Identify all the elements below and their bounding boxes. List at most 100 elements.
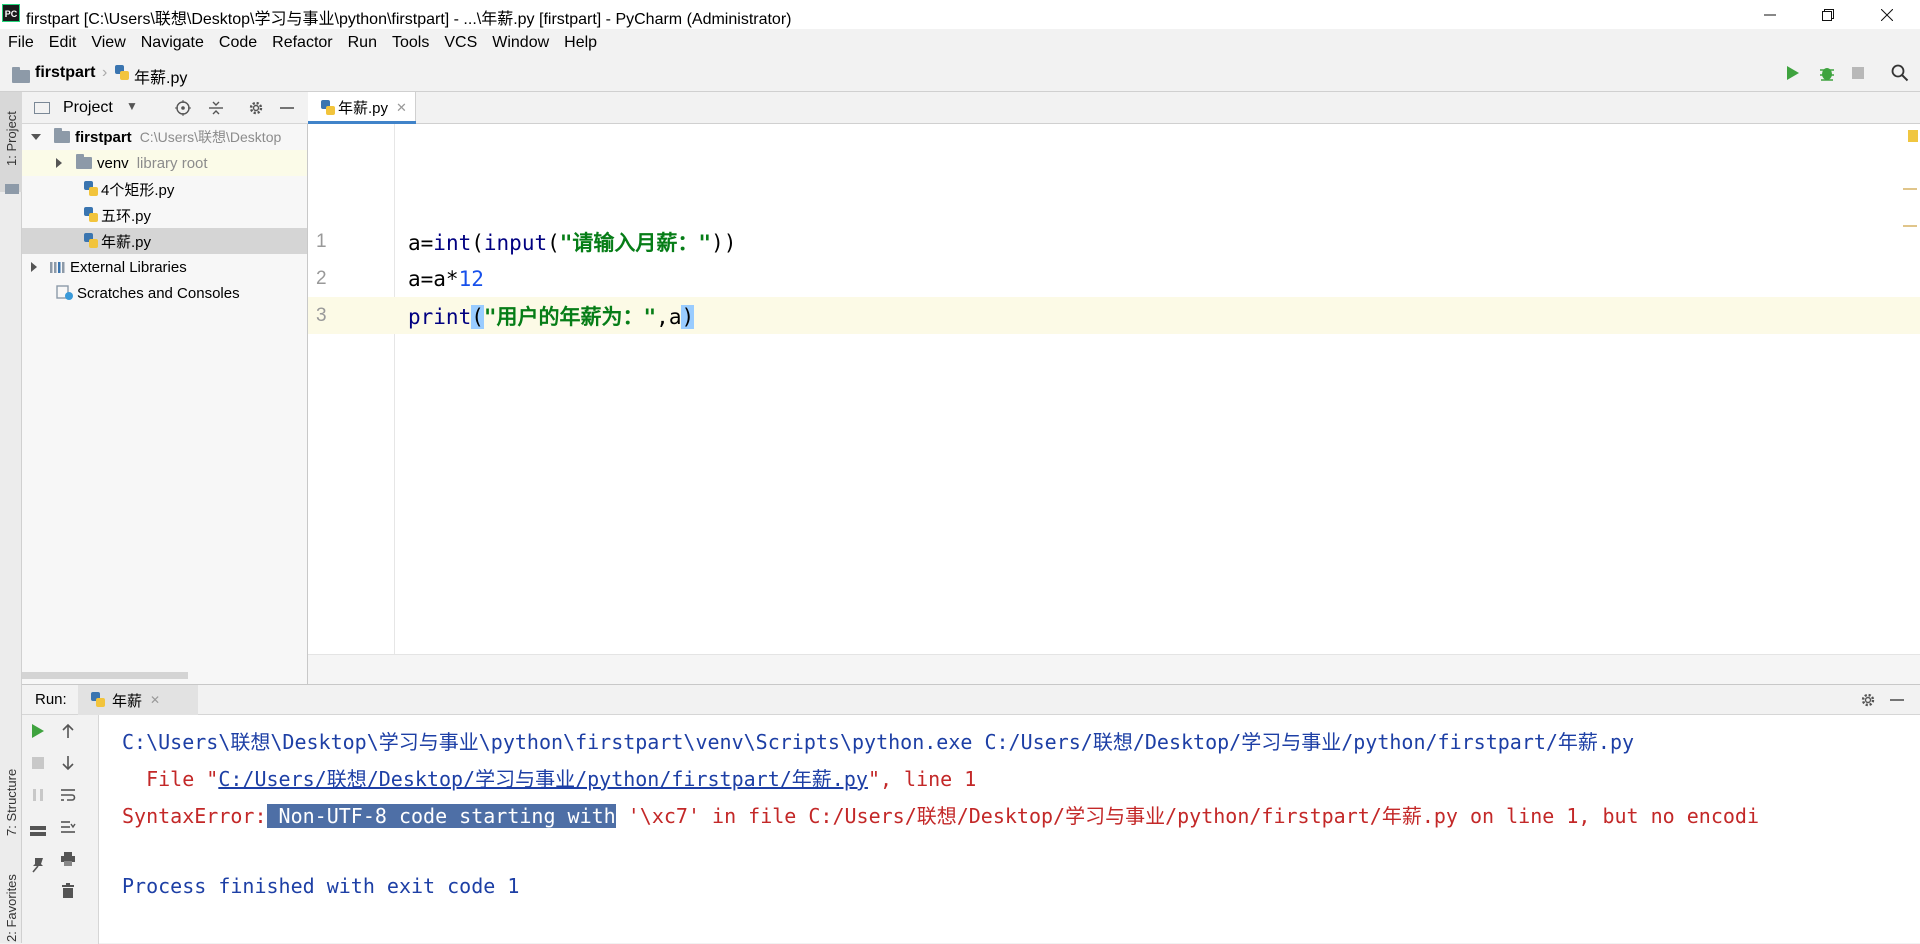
layout-button[interactable] [28, 821, 48, 841]
hide-panel-icon[interactable] [1890, 692, 1904, 708]
tree-item-venv[interactable]: venv library root [22, 150, 307, 176]
console-text: SyntaxError: [122, 804, 267, 828]
scroll-down-button[interactable] [58, 753, 78, 773]
menu-vcs[interactable]: VCS [444, 34, 477, 52]
code-token-brace: ( [471, 304, 484, 329]
python-file-icon [83, 207, 99, 223]
project-tool-tab[interactable]: 1: Project [0, 92, 22, 194]
code-token-number: 12 [458, 266, 484, 291]
stop-icon [1852, 67, 1864, 79]
code-token: )) [711, 230, 737, 255]
print-icon [61, 852, 75, 866]
tree-item-firstpart[interactable]: firstpart C:\Users\联想\Desktop [22, 124, 307, 150]
pycharm-logo-icon: PC [2, 4, 20, 22]
menu-file[interactable]: File [8, 34, 34, 52]
scroll-to-end-icon [61, 821, 76, 833]
debug-button[interactable] [1818, 64, 1836, 87]
scroll-to-end-button[interactable] [58, 817, 78, 837]
menu-code[interactable]: Code [219, 34, 257, 52]
code-token: ,a [656, 304, 682, 329]
rerun-button[interactable] [28, 721, 48, 741]
editor-tab-nianxin[interactable]: 年薪.py ✕ [308, 92, 416, 124]
inspection-warning-icon[interactable] [1908, 130, 1918, 142]
code-text: a=a*12 [408, 267, 484, 291]
breadcrumb-project[interactable]: firstpart [35, 64, 95, 82]
stop-button[interactable] [1851, 66, 1865, 85]
pin-tab-button[interactable] [28, 855, 48, 875]
scroll-up-button[interactable] [58, 721, 78, 741]
pause-button[interactable] [28, 785, 48, 805]
search-icon [1891, 64, 1909, 82]
code-line-1[interactable]: 1 a=int(input("请输入月薪：")) [308, 223, 1920, 260]
project-view-title[interactable]: Project [63, 99, 113, 117]
search-everywhere-button[interactable] [1891, 64, 1909, 87]
python-file-icon [83, 233, 99, 249]
chevron-down-icon[interactable] [31, 134, 41, 140]
run-panel: Run: 年薪 ✕ C:\Users\联想\Desktop\学习与事业\pyth… [22, 684, 1920, 944]
menu-refactor[interactable]: Refactor [272, 34, 332, 52]
tree-item-nianxin-py[interactable]: 年薪.py [22, 228, 307, 254]
restore-button[interactable] [1805, 0, 1851, 29]
stop-icon [32, 757, 44, 769]
libraries-icon [50, 262, 65, 273]
line-number: 3 [316, 304, 327, 326]
code-text: print("用户的年薪为：",a) [408, 301, 695, 331]
run-panel-header: Run: 年薪 ✕ [22, 685, 1920, 715]
tree-item-wuhuan-py[interactable]: 五环.py [22, 202, 307, 228]
tree-item-external-libraries[interactable]: External Libraries [22, 254, 307, 280]
title-bar: PC firstpart [C:\Users\联想\Desktop\学习与事业\… [0, 0, 1920, 29]
chevron-right-icon[interactable] [31, 262, 37, 272]
soft-wrap-button[interactable] [58, 785, 78, 805]
console-file-link[interactable]: C:/Users/联想/Desktop/学习与事业/python/firstpa… [218, 767, 868, 791]
run-tab-nianxin[interactable]: 年薪 ✕ [78, 685, 198, 715]
chevron-right-icon[interactable] [56, 158, 62, 168]
code-token: a= [408, 230, 434, 255]
favorites-tool-tab[interactable]: 2: Favorites [0, 862, 22, 943]
collapse-all-icon[interactable] [208, 100, 224, 116]
project-panel-header: Project ▼ [22, 92, 308, 124]
close-tab-icon[interactable]: ✕ [150, 693, 160, 707]
gear-icon[interactable] [1860, 692, 1876, 708]
menu-help[interactable]: Help [564, 34, 597, 52]
debug-bug-icon [1820, 68, 1834, 81]
line-number: 1 [316, 230, 327, 252]
tree-item-label: venv [97, 154, 129, 172]
console-text: File " [122, 767, 219, 791]
clear-all-button[interactable] [58, 881, 78, 901]
close-window-button[interactable] [1864, 0, 1910, 29]
tree-item-path: C:\Users\联想\Desktop [139, 129, 282, 145]
breadcrumb-separator-icon: › [102, 64, 108, 81]
tree-item-scratches[interactable]: Scratches and Consoles [22, 280, 307, 306]
close-tab-icon[interactable]: ✕ [396, 100, 407, 116]
console-text: '\xc7' in file C:/Users/联想/Desktop/学习与事业… [615, 804, 1759, 828]
menu-view[interactable]: View [91, 34, 125, 52]
menu-tools[interactable]: Tools [392, 34, 429, 52]
minimize-button[interactable] [1747, 0, 1793, 29]
print-button[interactable] [58, 849, 78, 869]
menu-window[interactable]: Window [492, 34, 549, 52]
menu-edit[interactable]: Edit [49, 34, 77, 52]
code-line-2[interactable]: 2 a=a*12 [308, 260, 1920, 297]
horizontal-scrollbar[interactable] [22, 672, 188, 679]
breadcrumb-file[interactable]: 年薪.py [134, 64, 187, 88]
menu-bar: File Edit View Navigate Code Refactor Ru… [0, 29, 1920, 56]
project-view-dropdown-icon[interactable]: ▼ [126, 99, 138, 113]
arrow-down-icon [62, 756, 74, 771]
project-folder-icon [5, 184, 19, 194]
locate-file-icon[interactable] [175, 100, 191, 116]
tree-item-label: 五环.py [101, 207, 152, 225]
tree-item-label: Scratches and Consoles [77, 284, 240, 302]
menu-run[interactable]: Run [348, 34, 377, 52]
hide-panel-icon[interactable] [280, 100, 294, 116]
tree-item-4-rectangles-py[interactable]: 4个矩形.py [22, 176, 307, 202]
menu-navigate[interactable]: Navigate [141, 34, 204, 52]
tree-item-label: 4个矩形.py [101, 181, 175, 199]
structure-tool-tab[interactable]: 7: Structure [0, 742, 22, 842]
code-token-builtin: print [408, 304, 472, 329]
stop-button[interactable] [28, 753, 48, 773]
code-line-3[interactable]: 3 print("用户的年薪为：",a) [308, 297, 1920, 334]
structure-tool-tab-label: 7: Structure [4, 768, 19, 836]
gear-icon[interactable] [248, 100, 264, 116]
run-button[interactable] [1785, 64, 1801, 87]
run-icon [32, 724, 44, 738]
